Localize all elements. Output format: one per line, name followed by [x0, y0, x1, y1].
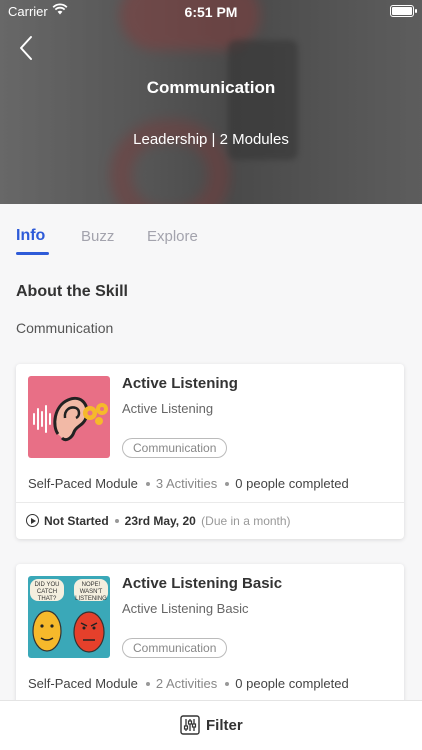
tab-buzz[interactable]: Buzz	[81, 228, 114, 245]
module-meta: Self-Paced Module 3 Activities 0 people co…	[28, 476, 349, 491]
module-card[interactable]: DID YOU CATCH THAT? NOPE! WASN'T LISTENI…	[16, 564, 404, 714]
tab-info[interactable]: Info	[16, 227, 45, 245]
due-note: (Due in a month)	[201, 514, 291, 528]
activity-count: 2 Activities	[155, 676, 218, 691]
active-tab-indicator	[16, 252, 49, 255]
status-label: Not Started	[44, 514, 109, 528]
back-arrow-icon[interactable]	[14, 34, 38, 62]
module-type: Self-Paced Module	[28, 476, 138, 491]
thumbnail-caption-left: DID YOU CATCH THAT?	[34, 582, 60, 602]
clock: 6:51 PM	[184, 4, 238, 20]
filter-label: Filter	[206, 716, 243, 734]
module-meta: Self-Paced Module 2 Activities 0 people co…	[28, 676, 349, 691]
bottom-filter-bar: Filter	[0, 700, 422, 750]
skill-tag: Communication	[122, 438, 228, 458]
module-status-row: Not Started 23rd May, 20 (Due in a month)	[26, 514, 291, 528]
header-hero: Carrier 6:51 PM Communication Leadership…	[0, 0, 422, 204]
status-bar: Carrier 6:51 PM	[0, 0, 422, 22]
module-thumbnail: DID YOU CATCH THAT? NOPE! WASN'T LISTENI…	[28, 576, 110, 658]
module-subtitle: Active Listening	[122, 401, 214, 416]
module-title: Active Listening Basic	[122, 575, 283, 592]
tab-explore[interactable]: Explore	[147, 228, 198, 245]
module-type: Self-Paced Module	[28, 676, 138, 691]
due-date: 23rd May, 20	[124, 514, 196, 528]
ear-illustration-icon	[33, 397, 108, 442]
filter-button[interactable]: Filter	[180, 713, 243, 737]
about-description: Communication	[16, 320, 114, 336]
module-subtitle: Active Listening Basic	[122, 601, 249, 616]
module-thumbnail	[28, 376, 110, 458]
activity-count: 3 Activities	[155, 476, 218, 491]
tab-bar: Info Buzz Explore	[0, 204, 422, 262]
skill-tag: Communication	[122, 638, 228, 658]
module-title: Active Listening	[122, 375, 238, 392]
completion-count: 0 people completed	[235, 676, 349, 691]
completion-count: 0 people completed	[235, 476, 349, 491]
filter-sliders-icon	[180, 715, 200, 735]
page-title: Communication	[146, 78, 276, 97]
about-title: About the Skill	[16, 283, 128, 300]
play-circle-icon	[26, 514, 39, 527]
thumbnail-caption-right: NOPE! WASN'T LISTENING	[75, 582, 107, 602]
battery-icon	[390, 5, 417, 17]
module-card[interactable]: Active Listening Active Listening Commun…	[16, 364, 404, 539]
page-subtitle: Leadership | 2 Modules	[133, 131, 289, 148]
